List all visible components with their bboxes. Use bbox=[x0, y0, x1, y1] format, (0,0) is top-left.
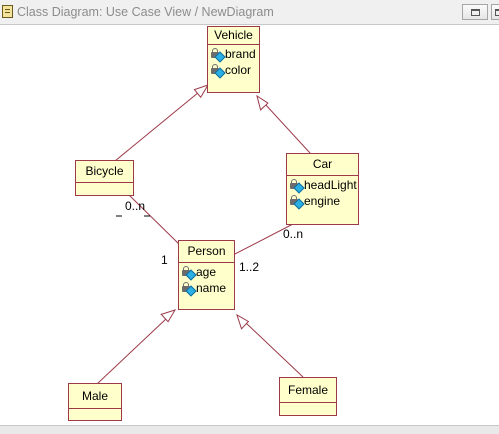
class-name: Person bbox=[187, 244, 226, 258]
window-title: Class Diagram: Use Case View / NewDiagra… bbox=[17, 5, 274, 19]
attribute-label: brand bbox=[225, 47, 256, 61]
private-attribute-lock-icon bbox=[210, 63, 226, 79]
generalization-line-car-vehicle[interactable] bbox=[264, 103, 311, 154]
restore-button[interactable] bbox=[462, 4, 488, 20]
class-female[interactable]: Female bbox=[279, 377, 337, 416]
class-male[interactable]: Male bbox=[68, 383, 122, 421]
attribute-row[interactable]: brand bbox=[210, 46, 259, 63]
restore-icon bbox=[471, 9, 480, 16]
attribute-label: engine bbox=[304, 194, 341, 208]
attribute-label: color bbox=[225, 63, 252, 77]
generalization-arrow-car-vehicle bbox=[256, 94, 269, 111]
attribute-label: name bbox=[196, 281, 227, 295]
generalization-arrow-bicycle-vehicle bbox=[193, 84, 210, 99]
maximize-icon bbox=[495, 9, 499, 16]
diagram-canvas[interactable]: Vehicle brand color Bicycle Car headLigh… bbox=[0, 25, 499, 425]
class-person[interactable]: Person age name bbox=[178, 240, 235, 310]
private-attribute-lock-icon bbox=[181, 281, 197, 297]
window-titlebar: Class Diagram: Use Case View / NewDiagra… bbox=[0, 0, 499, 25]
generalization-line-female-person[interactable] bbox=[245, 322, 304, 378]
attribute-row[interactable]: engine bbox=[289, 193, 358, 210]
attribute-row[interactable]: name bbox=[181, 280, 234, 297]
multiplicity-person-car: 1..2 bbox=[239, 260, 260, 274]
multiplicity-car: 0..n bbox=[283, 227, 304, 241]
private-attribute-lock-icon bbox=[289, 194, 305, 210]
class-name: Car bbox=[312, 157, 333, 171]
generalization-line-bicycle-vehicle[interactable] bbox=[114, 91, 200, 162]
attribute-label: headLight bbox=[304, 178, 357, 192]
generalization-arrow-female-person bbox=[236, 313, 250, 330]
attribute-row[interactable]: age bbox=[181, 264, 234, 281]
attribute-row[interactable]: headLight bbox=[289, 177, 358, 194]
class-bicycle[interactable]: Bicycle bbox=[75, 160, 134, 196]
class-separator bbox=[69, 408, 121, 409]
class-name: Vehicle bbox=[214, 28, 253, 42]
multiplicity-person-bicycle: 1 bbox=[161, 253, 168, 267]
attribute-label: age bbox=[196, 265, 217, 279]
generalization-line-male-person[interactable] bbox=[96, 317, 168, 385]
class-vehicle[interactable]: Vehicle brand color bbox=[207, 26, 260, 93]
private-attribute-lock-icon bbox=[289, 178, 305, 194]
multiplicity-bicycle: 0..n bbox=[125, 199, 146, 213]
class-name: Bicycle bbox=[85, 164, 124, 178]
class-diagram-icon bbox=[2, 5, 13, 18]
class-separator bbox=[280, 402, 336, 403]
class-name: Male bbox=[81, 389, 108, 403]
generalization-arrow-male-person bbox=[160, 309, 177, 323]
attribute-row[interactable]: color bbox=[210, 62, 259, 79]
private-attribute-lock-icon bbox=[210, 47, 226, 63]
class-separator bbox=[76, 182, 133, 183]
maximize-button[interactable] bbox=[491, 4, 499, 20]
class-car[interactable]: Car headLight engine bbox=[286, 153, 359, 225]
class-name: Female bbox=[287, 383, 328, 397]
private-attribute-lock-icon bbox=[181, 265, 197, 281]
